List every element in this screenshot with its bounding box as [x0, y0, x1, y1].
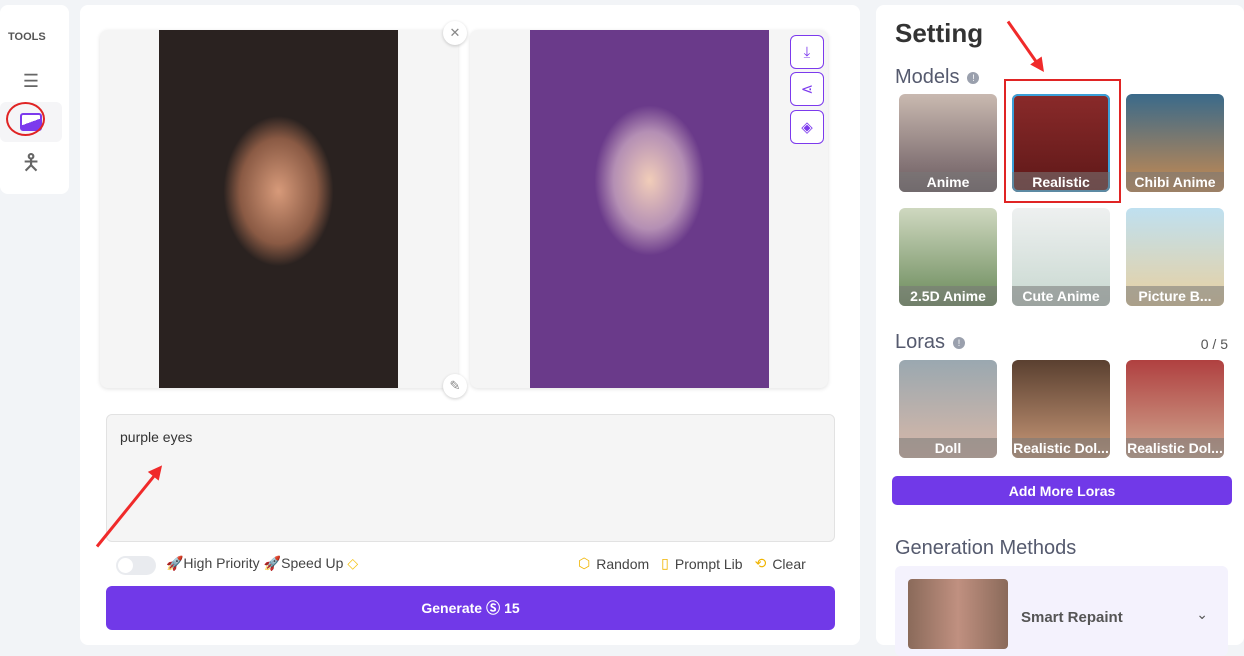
source-photo [159, 30, 398, 388]
book-icon: ▯ [661, 555, 669, 571]
coin-icon: Ⓢ [486, 600, 501, 616]
tools-panel: TOOLS ☰ 🯅 [0, 5, 69, 194]
method-thumbnail [908, 579, 1008, 649]
lora-realistic-doll-1[interactable]: Realistic Dol... [1012, 360, 1110, 458]
info-icon[interactable]: ! [967, 71, 980, 84]
prompt-lib-button[interactable]: Prompt Lib [675, 556, 743, 572]
high-priority-label: 🚀High Priority [166, 555, 260, 571]
info-icon[interactable]: ! [953, 336, 966, 349]
add-more-loras-button[interactable]: Add More Loras [892, 476, 1232, 505]
models-heading: Models! [895, 66, 980, 89]
loras-count: 0 / 5 [1200, 336, 1228, 352]
refresh-icon: ⟲ [754, 555, 767, 571]
download-button[interactable]: ⤓ [790, 35, 824, 69]
prompt-actions: ⬡ Random ▯ Prompt Lib ⟲ Clear [578, 555, 806, 572]
priority-options: 🚀High Priority 🚀Speed Up ◇ [166, 555, 358, 572]
generation-method-select[interactable]: Smart Repaint ⌄ [895, 566, 1228, 656]
generate-button[interactable]: Generate Ⓢ 15 [106, 586, 835, 630]
pose-tool-icon[interactable]: 🯅 [0, 145, 62, 185]
model-label: Cute Anime [1012, 286, 1110, 306]
editor-panel: ✕ ✎ ⤓ ⋖ ◈ purple eyes 🚀High Priority 🚀Sp… [80, 5, 860, 645]
model-chibi-anime[interactable]: Chibi Anime [1126, 94, 1224, 192]
high-priority-toggle[interactable] [116, 556, 156, 575]
model-label: Chibi Anime [1126, 172, 1224, 192]
settings-title: Setting [895, 18, 984, 48]
random-button[interactable]: Random [596, 556, 649, 572]
model-anime[interactable]: Anime [899, 94, 997, 192]
chevron-down-icon[interactable]: ⌄ [1196, 606, 1208, 623]
clear-button[interactable]: Clear [772, 556, 805, 572]
result-image-card [470, 30, 828, 388]
lora-label: Realistic Dol... [1012, 438, 1110, 458]
model-cute-anime[interactable]: Cute Anime [1012, 208, 1110, 306]
generation-methods-title: Generation Methods [895, 537, 1077, 559]
annotation-rectangle [1004, 79, 1121, 203]
model-label: Anime [899, 172, 997, 192]
lora-doll[interactable]: Doll [899, 360, 997, 458]
model-picture-book[interactable]: Picture B... [1126, 208, 1224, 306]
generate-label: Generate [421, 600, 483, 616]
layers-button[interactable]: ◈ [790, 110, 824, 144]
close-icon[interactable]: ✕ [443, 21, 467, 45]
method-label: Smart Repaint [1021, 609, 1123, 626]
prompt-input[interactable]: purple eyes [106, 414, 835, 542]
loras-title: Loras [895, 331, 946, 353]
source-image-card [100, 30, 458, 388]
edit-pencil-icon[interactable]: ✎ [443, 374, 467, 398]
generate-cost: 15 [504, 600, 520, 616]
lora-label: Realistic Dol... [1126, 438, 1224, 458]
models-title: Models [895, 66, 960, 88]
lora-label: Doll [899, 438, 997, 458]
tools-title: TOOLS [8, 31, 46, 43]
lora-realistic-doll-2[interactable]: Realistic Dol... [1126, 360, 1224, 458]
loras-heading: Loras! [895, 331, 966, 354]
cube-icon: ⬡ [578, 555, 591, 571]
diamond-icon: ◇ [347, 555, 359, 571]
speed-up-label: 🚀Speed Up [263, 555, 344, 571]
model-2-5d-anime[interactable]: 2.5D Anime [899, 208, 997, 306]
annotation-circle [6, 102, 45, 136]
model-label: 2.5D Anime [899, 286, 997, 306]
text-tool-icon[interactable]: ☰ [0, 61, 62, 101]
model-label: Picture B... [1126, 286, 1224, 306]
share-button[interactable]: ⋖ [790, 72, 824, 106]
result-photo [530, 30, 769, 388]
